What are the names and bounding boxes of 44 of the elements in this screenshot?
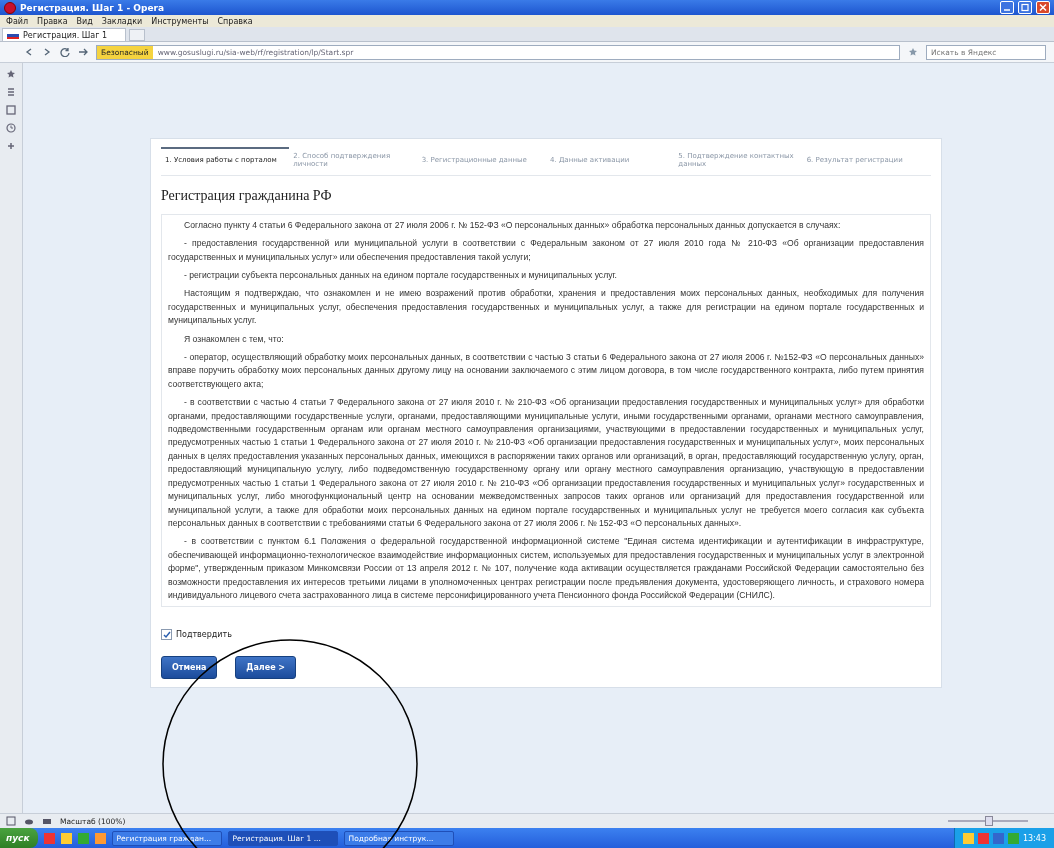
- quick-launch-icon[interactable]: [94, 832, 106, 844]
- close-icon[interactable]: [1036, 1, 1050, 14]
- menu-item[interactable]: Инструменты: [151, 16, 209, 26]
- menu-item[interactable]: Справка: [217, 16, 253, 26]
- start-button[interactable]: пуск: [0, 828, 38, 848]
- consent-paragraph: - в соответствии с частью 4 статьи 7 Федерального закона от 27 июля 2010 г. № 210-ФЗ «Об организации предоставления государственных и муниципальных услуг» для обработки органами, предоставляющими государственные услуги, органами, предоставляющими муниципальные услуги, иными государственными органами, органами местного самоуправления, подведомственными государственным органам или органам местного самоуправления организациями, участвующими в предоставлении государственных и муниципальных услуг, предусмотренных частью 1 статьи 1 Федерального закона от 27 июля 2010 г. № 210-ФЗ «Об организации предоставления государственных и муниципальных услуг», моих персональных данных в целях предоставления указанных персональных данных, имеющихся в распоряжении таких органов или организаций, в орган, предоставляющий государственную услугу, орган, предоставляющий муниципальную услугу, либо подведомственную государственному органу или органу местного самоуправления организацию, участвующую в предоставлении предусмотренных частью 1 статьи 1 Федерального закона от 27 июля 2010 г. № 210-ФЗ «Об организации предоставления государственных и муниципальных услуг» государственных и муниципальных услуг, либо многофункциональный центр на основании межведомственных запросов таких органов или организаций для предоставления государственной или муниципальной услуги, а также для обработки моих персональных данных на едином портале государственных и муниципальных услуг не требуется моего согласия как субъекта персональных данных в соответствии с требованиями статьи 6 Федерального закона от 27 июля 2006 г. № 152-ФЗ «О персональных данных».: [168, 396, 924, 530]
- page-title: Регистрация гражданина РФ: [161, 187, 333, 204]
- window-title: Регистрация. Шаг 1 - Opera: [20, 2, 165, 13]
- maximize-icon[interactable]: [1018, 1, 1032, 14]
- menu-item[interactable]: Правка: [37, 16, 68, 26]
- browser-tab[interactable]: Регистрация. Шаг 1: [2, 28, 126, 41]
- panel-icon[interactable]: [6, 816, 16, 826]
- consent-paragraph: Я ознакомлен с тем, что:: [183, 332, 285, 346]
- consent-paragraph: Согласно пункту 4 статьи 6 Федерального закона от 27 июля 2006 г. № 152-ФЗ «О персональных данных» обработка персональных данных допускается в случаях:: [183, 218, 842, 232]
- flag-icon: [7, 31, 19, 39]
- confirm-checkbox[interactable]: [161, 629, 172, 641]
- opera-logo-icon: [4, 1, 16, 14]
- consent-paragraph: - оператор, осуществляющий обработку моих персональных данных, в соответствии с частью 3 статьи 6 Федерального закона от 27 июля 2006 г. №152-ФЗ «О персональных данных» вправе поручить обработку моих персональных данных другому лицу на основании заключаемого с этим лицом договора, в том числе государственного контракта, либо путем принятия соответствующего акта;: [168, 351, 924, 391]
- notes-icon[interactable]: [6, 87, 16, 97]
- menu-item[interactable]: Файл: [6, 16, 29, 26]
- panel-icon[interactable]: [6, 105, 16, 115]
- menu-item[interactable]: Вид: [76, 16, 93, 26]
- minimize-icon[interactable]: [1000, 1, 1014, 14]
- consent-paragraph: Настоящим я подтверждаю, что ознакомлен и не имею возражений против обработки, хранения и предоставления моих персональных данных, необходимых для получения государственных и муниципальных услуг, обеспечения предоставления государственных и муниципальных услуг, а также для регистрации на едином портале государственных и муниципальных услуг.: [168, 287, 924, 328]
- confirm-label: Подтвердить: [176, 630, 232, 640]
- fast-forward-icon[interactable]: [78, 47, 88, 57]
- next-button[interactable]: Далее >: [235, 656, 297, 680]
- quick-launch-icon[interactable]: [60, 832, 72, 844]
- cancel-button[interactable]: Отмена: [161, 656, 218, 680]
- consent-paragraph: - предоставления государственной или муниципальной услуги в соответствии с Федеральным законом от 27 июля 2010 года № 210-ФЗ «Об организации предоставления государственных и муниципальных услуг» или обеспечения предоставления такой услуги;: [168, 237, 924, 264]
- consent-paragraph: - регистрации субъекта персональных данных на едином портале государственных и муниципальных услуг.: [183, 269, 618, 282]
- reload-icon[interactable]: [60, 47, 70, 57]
- zoom-slider-thumb[interactable]: [985, 816, 993, 826]
- forward-icon[interactable]: [42, 47, 52, 57]
- tray-icon[interactable]: [992, 832, 1004, 844]
- clock-icon[interactable]: [6, 123, 16, 133]
- star-icon[interactable]: [6, 69, 16, 79]
- consent-paragraph: - в соответствии с пунктом 6.1 Положения о федеральной государственной информационной системе "Единая система идентификации и аутентификации в инфраструктуре, обеспечивающей информационно-технологическое взаимодействие информационных систем, используемых для предоставления государственных и муниципальных услуг в электронной форме", утвержденным приказом Минкомсвязи России от 13 апреля 2012 г. № 107, получение кода активации осуществляется гражданами Российской Федерации самостоятельно без возможности предоставления их интересов третьими лицами в уполномоченных центрах регистрации после предъявления документа, удостоверяющего личность, и страхового номера индивидуального лицевого счета застрахованного лица в системе персонифицированного учета Пенсионного фонда Российской Федерации (СНИЛС).: [168, 535, 924, 602]
- clock: 13:43: [1022, 833, 1046, 843]
- menu-item[interactable]: Закладки: [101, 16, 143, 26]
- back-icon[interactable]: [24, 47, 34, 57]
- tray-icon[interactable]: [962, 832, 974, 844]
- star-icon[interactable]: [908, 47, 918, 57]
- plus-icon[interactable]: [6, 141, 16, 151]
